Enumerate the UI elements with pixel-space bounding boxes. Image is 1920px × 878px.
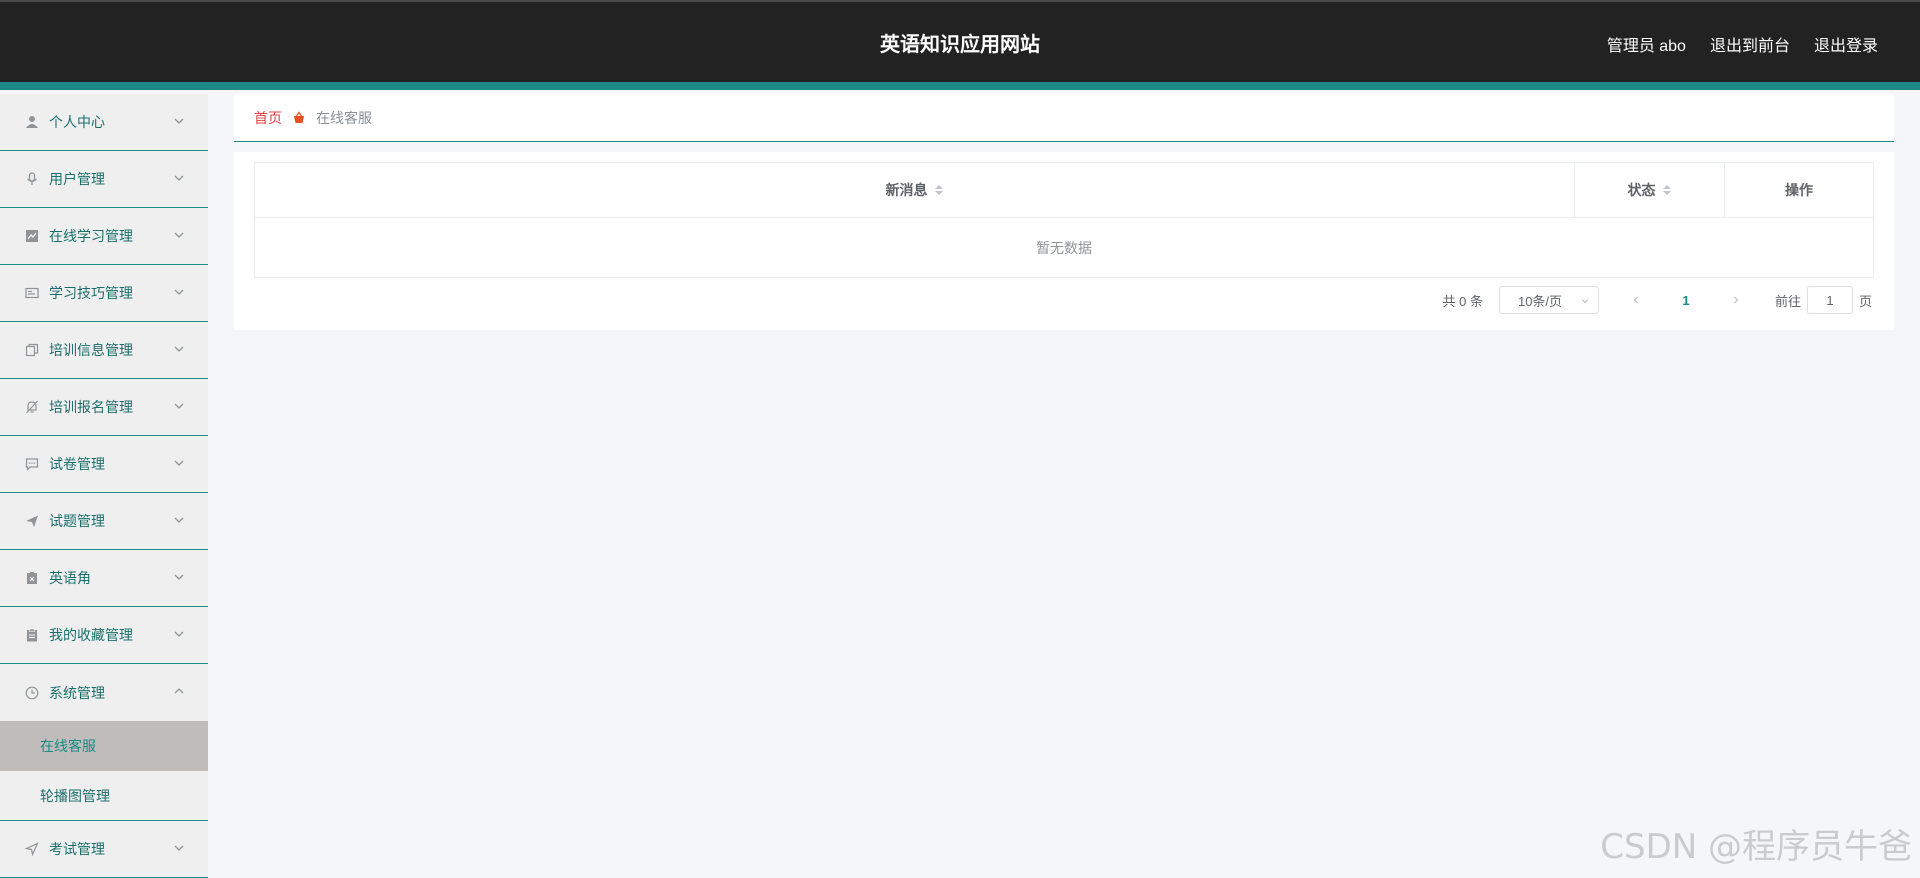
sidebar-item-label: 培训信息管理 bbox=[49, 342, 133, 358]
microphone-icon bbox=[24, 171, 40, 187]
top-bar: 英语知识应用网站 管理员 abo 退出到前台 退出登录 bbox=[0, 0, 1920, 90]
chevron-down-icon bbox=[1581, 299, 1589, 304]
column-label: 操作 bbox=[1785, 182, 1813, 198]
sidebar-item-exam-management[interactable]: 考试管理 bbox=[0, 821, 208, 878]
column-header-actions: 操作 bbox=[1725, 163, 1873, 217]
chevron-down-icon bbox=[174, 631, 184, 637]
sidebar-item-label: 在线学习管理 bbox=[49, 228, 133, 244]
page-number-current[interactable]: 1 bbox=[1671, 286, 1701, 314]
sidebar-item-label: 培训报名管理 bbox=[49, 399, 133, 415]
sidebar-item-system-management[interactable]: 系统管理 bbox=[0, 664, 208, 721]
breadcrumb-home-link[interactable]: 首页 bbox=[254, 108, 282, 128]
sidebar-item-label: 试题管理 bbox=[49, 513, 105, 529]
chevron-down-icon bbox=[174, 346, 184, 352]
sidebar: 个人中心 用户管理 在线学习管理 学习技巧管理 培训信息管理 培训报名管理 试卷… bbox=[0, 94, 208, 878]
pagination: 共 0 条 10条/页 1 前往 页 bbox=[1442, 286, 1872, 314]
clipboard-icon bbox=[24, 627, 40, 643]
exit-to-frontend-link[interactable]: 退出到前台 bbox=[1710, 32, 1790, 56]
user-icon bbox=[24, 114, 40, 130]
chevron-down-icon bbox=[174, 118, 184, 124]
page-size-value: 10条/页 bbox=[1517, 293, 1563, 309]
page-size-select[interactable]: 10条/页 bbox=[1498, 286, 1599, 314]
watermark: CSDN @程序员牛爸 bbox=[1600, 827, 1912, 867]
chevron-down-icon bbox=[174, 175, 184, 181]
sidebar-subitem-carousel[interactable]: 轮播图管理 bbox=[0, 771, 208, 821]
chevron-up-icon bbox=[174, 688, 184, 694]
card-icon bbox=[24, 285, 40, 301]
chevron-down-icon bbox=[174, 232, 184, 238]
page-suffix: 页 bbox=[1858, 293, 1872, 309]
chevron-down-icon bbox=[174, 517, 184, 523]
sort-icon[interactable] bbox=[934, 183, 944, 197]
sidebar-item-user-management[interactable]: 用户管理 bbox=[0, 151, 208, 208]
chevron-down-icon bbox=[174, 289, 184, 295]
sidebar-item-english-corner[interactable]: 英语角 bbox=[0, 550, 208, 607]
column-header-status[interactable]: 状态 bbox=[1575, 163, 1725, 217]
chevron-right-icon bbox=[1734, 296, 1739, 304]
sidebar-item-exam-papers[interactable]: 试卷管理 bbox=[0, 436, 208, 493]
goto-page-input[interactable] bbox=[1806, 286, 1853, 314]
sidebar-item-label: 英语角 bbox=[49, 570, 91, 586]
breadcrumb-current: 在线客服 bbox=[316, 109, 372, 126]
column-label: 状态 bbox=[1627, 182, 1656, 198]
sidebar-item-label: 用户管理 bbox=[49, 171, 105, 187]
delete-box-icon bbox=[24, 570, 40, 586]
header-accent-strip bbox=[0, 82, 1920, 90]
chevron-down-icon bbox=[174, 845, 184, 851]
table-header: 新消息 状态 操作 bbox=[255, 163, 1873, 218]
chart-icon bbox=[24, 228, 40, 244]
bell-off-icon bbox=[24, 399, 40, 415]
total-count: 共 0 条 bbox=[1442, 293, 1483, 309]
send-icon bbox=[24, 513, 40, 529]
copy-icon bbox=[24, 342, 40, 358]
header-actions: 管理员 abo 退出到前台 退出登录 bbox=[1607, 32, 1878, 56]
content-panel: 新消息 状态 操作 暂无数据 共 0 条 10条/页 1 前往 1 页 bbox=[234, 152, 1894, 330]
next-page-button[interactable] bbox=[1721, 286, 1751, 314]
sidebar-item-label: 我的收藏管理 bbox=[49, 627, 133, 643]
chevron-left-icon bbox=[1633, 296, 1638, 304]
sidebar-item-label: 个人中心 bbox=[49, 114, 105, 130]
breadcrumb: 首页 在线客服 bbox=[234, 94, 1894, 142]
main-content: 首页 在线客服 新消息 状态 操作 暂无数据 共 0 条 10条/页 1 前往 … bbox=[234, 94, 1894, 330]
column-label: 新消息 bbox=[885, 182, 928, 198]
empty-data-text: 暂无数据 bbox=[1036, 239, 1092, 256]
sidebar-item-label: 系统管理 bbox=[49, 684, 105, 701]
goto-label: 前往 bbox=[1774, 293, 1801, 309]
chevron-down-icon bbox=[174, 403, 184, 409]
sidebar-item-label: 考试管理 bbox=[49, 841, 105, 857]
sidebar-item-questions[interactable]: 试题管理 bbox=[0, 493, 208, 550]
admin-user-label[interactable]: 管理员 abo bbox=[1607, 32, 1686, 56]
chevron-down-icon bbox=[174, 460, 184, 466]
clock-icon bbox=[24, 685, 40, 701]
logout-link[interactable]: 退出登录 bbox=[1814, 32, 1878, 56]
chat-icon bbox=[24, 456, 40, 472]
chevron-down-icon bbox=[174, 574, 184, 580]
basket-icon bbox=[292, 110, 306, 125]
location-icon bbox=[24, 841, 40, 857]
goto-page: 前往 页 bbox=[1775, 286, 1872, 314]
sidebar-item-label: 学习技巧管理 bbox=[49, 285, 133, 301]
messages-table: 新消息 状态 操作 暂无数据 bbox=[254, 162, 1874, 278]
sidebar-item-online-learning[interactable]: 在线学习管理 bbox=[0, 208, 208, 265]
sidebar-item-training-info[interactable]: 培训信息管理 bbox=[0, 322, 208, 379]
sidebar-item-training-signup[interactable]: 培训报名管理 bbox=[0, 379, 208, 436]
prev-page-button[interactable] bbox=[1621, 286, 1651, 314]
sidebar-item-favorites[interactable]: 我的收藏管理 bbox=[0, 607, 208, 664]
sidebar-item-study-tips[interactable]: 学习技巧管理 bbox=[0, 265, 208, 322]
sort-icon[interactable] bbox=[1662, 183, 1672, 197]
sidebar-subitem-online-service[interactable]: 在线客服 bbox=[0, 721, 208, 771]
sidebar-item-label: 试卷管理 bbox=[49, 456, 105, 472]
column-header-new-message[interactable]: 新消息 bbox=[255, 163, 1575, 217]
sidebar-item-personal-center[interactable]: 个人中心 bbox=[0, 94, 208, 151]
